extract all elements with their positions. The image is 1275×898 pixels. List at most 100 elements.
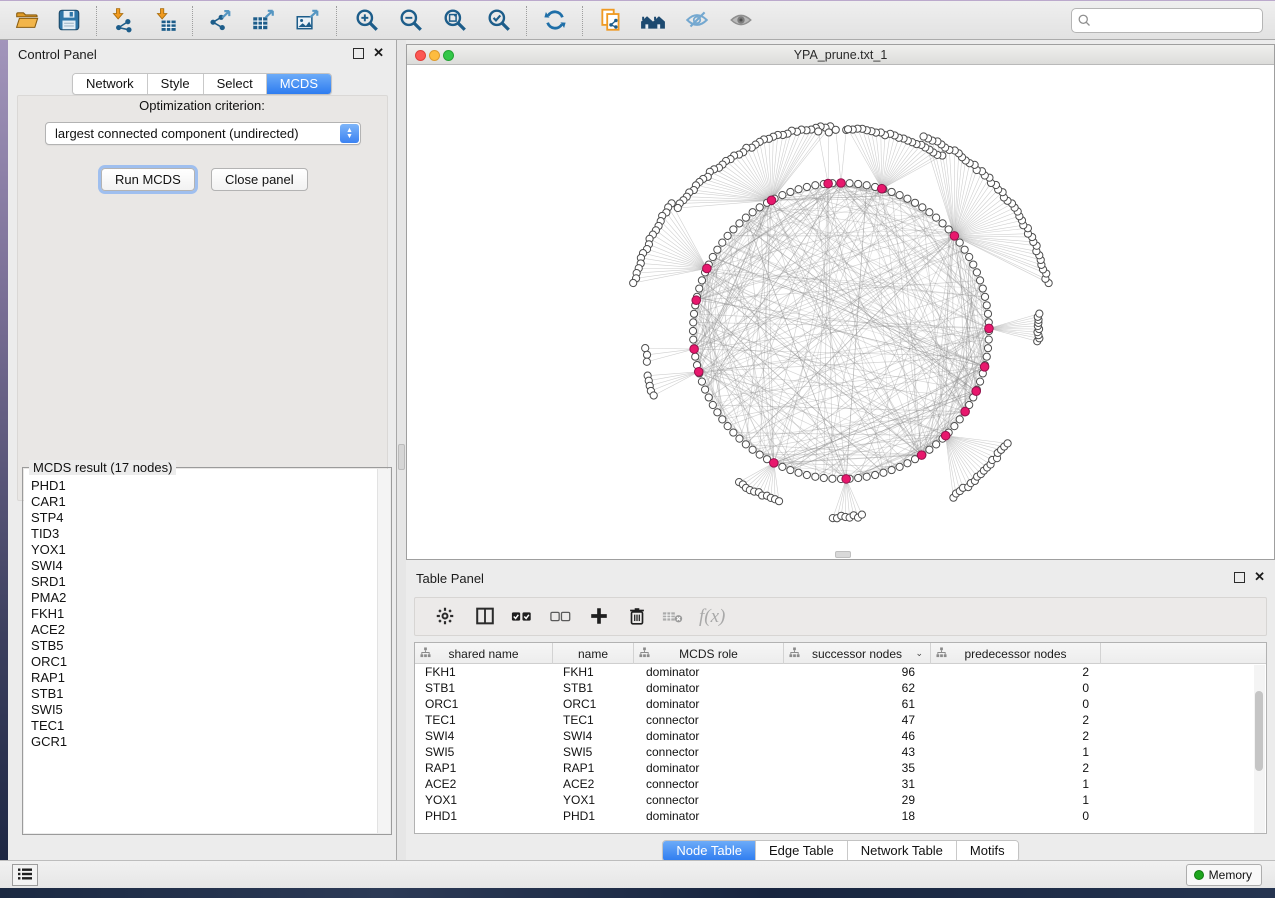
table-cell[interactable]	[1101, 696, 1257, 712]
zoom-selected-button[interactable]	[482, 5, 516, 37]
mcds-result-item[interactable]: YOX1	[31, 542, 390, 558]
network-node[interactable]	[976, 378, 983, 385]
network-node[interactable]	[689, 327, 696, 334]
tab-network-table[interactable]: Network Table	[848, 841, 957, 861]
network-node[interactable]	[696, 285, 703, 292]
refresh-view-button[interactable]	[538, 5, 572, 37]
network-hub-node[interactable]	[770, 459, 779, 468]
table-cell[interactable]: 1	[931, 776, 1101, 792]
network-node[interactable]	[985, 336, 992, 343]
network-node[interactable]	[719, 416, 726, 423]
network-node[interactable]	[630, 279, 637, 286]
table-cell[interactable]	[1101, 664, 1257, 680]
table-cell[interactable]: 43	[784, 744, 931, 760]
network-node[interactable]	[984, 310, 991, 317]
mcds-result-item[interactable]: GCR1	[31, 734, 390, 750]
column-header-name[interactable]: name	[553, 643, 634, 664]
table-cell[interactable]: 61	[784, 696, 931, 712]
network-node[interactable]	[643, 358, 650, 365]
table-cell[interactable]: 46	[784, 728, 931, 744]
network-node[interactable]	[888, 188, 895, 195]
network-node[interactable]	[1004, 440, 1011, 447]
table-cell[interactable]: FKH1	[553, 664, 634, 680]
network-node[interactable]	[983, 353, 990, 360]
table-cell[interactable]: 2	[931, 712, 1101, 728]
add-column-button[interactable]	[585, 604, 613, 630]
table-cell[interactable]: PHD1	[415, 808, 553, 824]
network-hub-node[interactable]	[694, 367, 703, 376]
memory-button[interactable]: Memory	[1186, 864, 1262, 886]
table-cell[interactable]: connector	[634, 792, 784, 808]
network-node[interactable]	[911, 199, 918, 206]
task-history-button[interactable]	[12, 864, 38, 886]
tab-node-table[interactable]: Node Table	[663, 841, 756, 861]
table-cell[interactable]: dominator	[634, 696, 784, 712]
network-node[interactable]	[698, 277, 705, 284]
table-cell[interactable]: dominator	[634, 760, 784, 776]
network-node[interactable]	[863, 473, 870, 480]
tab-network[interactable]: Network	[73, 74, 148, 94]
network-hub-node[interactable]	[767, 196, 776, 205]
table-row[interactable]: PHD1PHD1dominator180	[415, 808, 1266, 824]
network-hub-node[interactable]	[690, 345, 699, 354]
network-node[interactable]	[956, 239, 963, 246]
network-node[interactable]	[825, 129, 832, 136]
network-node[interactable]	[829, 475, 836, 482]
mcds-result-item[interactable]: TID3	[31, 526, 390, 542]
table-cell[interactable]	[1101, 760, 1257, 776]
network-node[interactable]	[730, 226, 737, 233]
network-node[interactable]	[705, 394, 712, 401]
network-hub-node[interactable]	[824, 179, 833, 188]
table-cell[interactable]	[1101, 680, 1257, 696]
function-builder-button[interactable]: f(x)	[699, 606, 727, 632]
network-hub-node[interactable]	[941, 431, 950, 440]
network-node[interactable]	[920, 133, 927, 140]
zoom-out-button[interactable]	[394, 5, 428, 37]
network-hub-node[interactable]	[961, 407, 970, 416]
network-node[interactable]	[820, 474, 827, 481]
table-cell[interactable]: YOX1	[553, 792, 634, 808]
network-node[interactable]	[855, 180, 862, 187]
table-cell[interactable]: 1	[931, 792, 1101, 808]
table-cell[interactable]: 2	[931, 728, 1101, 744]
close-panel-icon[interactable]: ✕	[1254, 570, 1265, 583]
open-file-button[interactable]	[10, 5, 44, 37]
table-cell[interactable]: 31	[784, 776, 931, 792]
table-cell[interactable]: SWI5	[415, 744, 553, 760]
table-cell[interactable]: 96	[784, 664, 931, 680]
table-row[interactable]: SWI4SWI4dominator462	[415, 728, 1266, 744]
table-cell[interactable]	[1101, 776, 1257, 792]
network-node[interactable]	[779, 192, 786, 199]
table-cell[interactable]: 1	[931, 744, 1101, 760]
network-node[interactable]	[724, 232, 731, 239]
network-node[interactable]	[690, 319, 697, 326]
network-node[interactable]	[926, 209, 933, 216]
network-node[interactable]	[719, 239, 726, 246]
network-node[interactable]	[803, 471, 810, 478]
criterion-select[interactable]: largest connected component (undirected)…	[45, 122, 361, 145]
table-cell[interactable]: STB1	[415, 680, 553, 696]
table-cell[interactable]: 0	[931, 808, 1101, 824]
network-node[interactable]	[795, 186, 802, 193]
tab-select[interactable]: Select	[204, 74, 267, 94]
network-node[interactable]	[643, 351, 650, 358]
network-node[interactable]	[832, 126, 839, 133]
network-node[interactable]	[812, 473, 819, 480]
import-table-button[interactable]	[150, 5, 184, 37]
network-node[interactable]	[742, 441, 749, 448]
zoom-in-button[interactable]	[350, 5, 384, 37]
network-node[interactable]	[896, 463, 903, 470]
table-cell[interactable]: RAP1	[553, 760, 634, 776]
tab-edge-table[interactable]: Edge Table	[756, 841, 848, 861]
network-node[interactable]	[888, 466, 895, 473]
network-node[interactable]	[730, 429, 737, 436]
network-hub-node[interactable]	[703, 264, 712, 273]
table-cell[interactable]: FKH1	[415, 664, 553, 680]
network-node[interactable]	[787, 188, 794, 195]
network-node[interactable]	[979, 285, 986, 292]
column-header-shared-name[interactable]: shared name	[415, 643, 553, 664]
table-cell[interactable]: RAP1	[415, 760, 553, 776]
search-input[interactable]	[1071, 8, 1263, 33]
table-cell[interactable]: 18	[784, 808, 931, 824]
network-node[interactable]	[690, 336, 697, 343]
